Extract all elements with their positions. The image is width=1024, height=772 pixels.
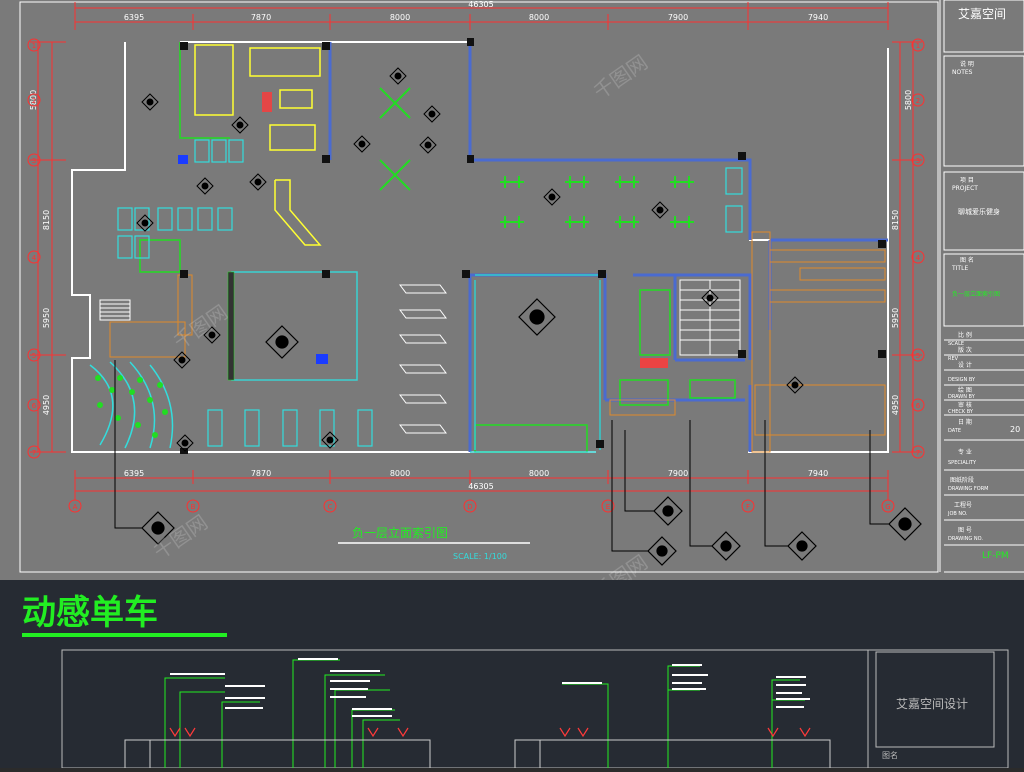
tb-spec-en: SPECIALITY — [948, 460, 977, 466]
axis-row-2-right: 2 — [916, 97, 920, 105]
watermark-4: 千图网 — [149, 510, 212, 564]
tb-design-cn: 设 计 — [958, 361, 972, 369]
tb-drawing-number: LF-PM — [982, 551, 1009, 561]
axis-row-6-left: 6 — [32, 402, 37, 410]
elevation-company: 艾嘉空间设计 — [896, 697, 968, 711]
tb-title-name: 负一层立面索引图 — [952, 290, 1000, 298]
tb-project-name: 聊城爱乐健身 — [958, 207, 1000, 216]
dim-top-5: 7900 — [668, 13, 688, 22]
axis-row-7-right: 7 — [916, 449, 920, 457]
axis-row-7-left: 7 — [32, 449, 36, 457]
watermark-1: 千图网 — [589, 50, 652, 104]
elevation-drawing: 动感单车 艾嘉空间设计 图名 — [22, 593, 1009, 769]
dim-bottom-4: 8000 — [529, 469, 549, 478]
floor-plan-drawing: 6395 7870 8000 8000 7900 7940 46305 6395… — [19, 0, 1024, 604]
dim-top-4: 8000 — [529, 13, 549, 22]
dim-right-2: 8150 — [891, 210, 900, 230]
axis-row-1-left: 1 — [32, 42, 36, 50]
tb-project-cn: 项 目 — [960, 177, 974, 184]
tb-notes-cn: 说 明 — [960, 60, 974, 68]
elevation-title-label: 图名 — [882, 750, 898, 760]
axis-row-4-right: 4 — [916, 254, 921, 262]
watermark-2: 千图网 — [169, 300, 232, 354]
tb-rev-cn: 版 次 — [958, 346, 972, 354]
tb-date-en: DATE — [948, 428, 961, 434]
axis-row-2-left: 2 — [32, 97, 36, 105]
dim-top-6: 7940 — [808, 13, 828, 22]
floor-plan-sheet: 6395 7870 8000 8000 7900 7940 46305 6395… — [0, 0, 1024, 604]
plan-scale: SCALE: 1/100 — [453, 552, 507, 561]
axis-col-b: B — [191, 503, 196, 511]
tb-drawn-cn: 绘 图 — [958, 386, 972, 394]
axis-row-3-right: 3 — [916, 157, 920, 165]
dim-left-3: 5950 — [42, 308, 51, 328]
heading-underline — [22, 633, 227, 637]
axis-row-5-left: 5 — [32, 352, 36, 360]
elevation-sheet: 动感单车 艾嘉空间设计 图名 — [0, 580, 1024, 769]
dim-bottom-5: 7900 — [668, 469, 688, 478]
dim-right-4: 4950 — [891, 395, 900, 415]
tb-title-cn: 图 名 — [960, 256, 974, 264]
tb-no-en: DRAWING NO. — [948, 536, 983, 542]
dim-top-1: 6395 — [124, 13, 144, 22]
dim-left-4: 4950 — [42, 395, 51, 415]
dim-top-total: 46305 — [468, 0, 493, 9]
tb-job-en: JOB NO. — [947, 511, 968, 517]
tb-company: 艾嘉空间 — [958, 7, 1006, 21]
tb-date-value: 20 — [1010, 425, 1020, 434]
dim-right-3: 5950 — [891, 308, 900, 328]
tb-project-en: PROJECT — [952, 185, 978, 192]
axis-row-5-right: 5 — [916, 352, 920, 360]
plan-title: 负一层立面索引图 — [352, 525, 448, 540]
axis-col-d: D — [467, 503, 472, 511]
axis-col-c: C — [328, 503, 333, 511]
axis-col-f: F — [746, 503, 750, 511]
tb-no-cn: 图 号 — [958, 527, 972, 534]
tb-design-en: DESIGN BY — [948, 377, 976, 383]
axis-col-a: A — [73, 503, 78, 511]
tb-title-en: TITLE — [951, 265, 968, 272]
tb-job-cn: 工程号 — [954, 501, 972, 509]
tb-scale-cn: 比 例 — [958, 331, 972, 339]
tb-notes-en: NOTES — [952, 69, 973, 76]
axis-col-g: G — [885, 503, 890, 511]
tb-form-cn: 图纸阶段 — [950, 476, 974, 484]
axis-row-1-right: 1 — [916, 42, 920, 50]
tb-check-en: CHECK BY — [948, 409, 974, 415]
axis-row-6-right: 6 — [916, 402, 921, 410]
tb-date-cn: 日 期 — [958, 418, 972, 426]
axis-row-4-left: 4 — [32, 254, 37, 262]
dim-bottom-6: 7940 — [808, 469, 828, 478]
tb-form-en: DRAWING FORM — [948, 486, 989, 492]
dim-bottom-total: 46305 — [468, 482, 493, 491]
dim-top-2: 7870 — [251, 13, 271, 22]
dim-bottom-2: 7870 — [251, 469, 271, 478]
dim-bottom-3: 8000 — [390, 469, 410, 478]
dim-top-3: 8000 — [390, 13, 410, 22]
watermark-3: 千图网 — [589, 550, 652, 580]
dim-bottom-1: 6395 — [124, 469, 144, 478]
tb-check-cn: 审 核 — [958, 401, 972, 409]
tb-drawn-en: DRAWN BY — [948, 394, 976, 400]
dim-left-2: 8150 — [42, 210, 51, 230]
axis-col-e: E — [606, 503, 610, 511]
tb-spec-cn: 专 业 — [958, 448, 972, 456]
axis-row-3-left: 3 — [32, 157, 36, 165]
elevation-heading: 动感单车 — [22, 593, 158, 633]
